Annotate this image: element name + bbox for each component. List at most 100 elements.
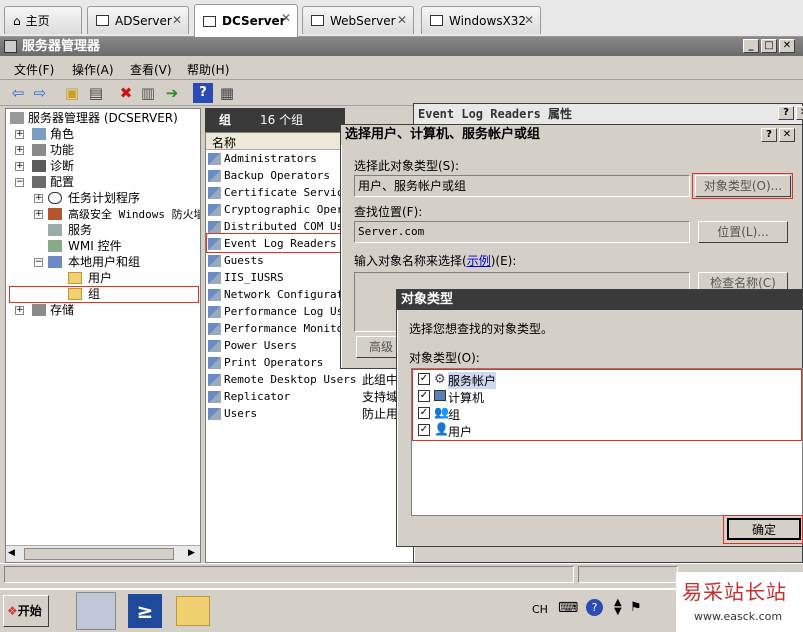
scroll-thumb[interactable] xyxy=(24,548,174,560)
tab-home[interactable]: ⌂ 主页 xyxy=(4,6,82,34)
checkbox[interactable]: ✓ xyxy=(418,373,430,385)
tree-item-local-users-groups[interactable]: 本地用户和组 xyxy=(48,254,140,270)
server-manager-icon xyxy=(4,40,17,53)
tree-item-firewall[interactable]: 高级安全 Windows 防火墙 xyxy=(48,206,200,222)
checkbox[interactable]: ✓ xyxy=(418,424,430,436)
watermark: 易采站长站 www.easck.com xyxy=(676,572,803,632)
properties-icon[interactable]: ▥ xyxy=(138,83,158,103)
up-folder-icon[interactable]: ▣ xyxy=(62,83,82,103)
expand-icon[interactable]: + xyxy=(34,194,43,203)
tab-adserver[interactable]: ADServer ✕ xyxy=(87,6,189,34)
objtype-item-computer[interactable]: ✓ 计算机 xyxy=(412,388,792,405)
close-icon[interactable]: ✕ xyxy=(397,13,407,27)
powershell-icon[interactable]: ≥ xyxy=(128,594,162,628)
tree-root[interactable]: 服务器管理器 (DCSERVER) xyxy=(10,110,178,126)
group-row[interactable]: Remote Desktop Users xyxy=(208,371,356,388)
group-icon xyxy=(208,170,221,182)
expand-icon[interactable]: + xyxy=(34,210,43,219)
group-icon xyxy=(208,306,221,318)
checkbox[interactable]: ✓ xyxy=(418,407,430,419)
keyboard-icon[interactable]: ⌨ xyxy=(558,600,578,616)
scroll-right-icon[interactable]: ▶ xyxy=(188,548,195,558)
tree-item-users[interactable]: 用户 xyxy=(68,270,112,286)
updown-icon[interactable]: ▲ ▼ xyxy=(614,598,622,617)
flag-icon[interactable]: ⚑ xyxy=(630,600,642,615)
tab-windowsx32[interactable]: WindowsX32 ✕ xyxy=(421,6,541,34)
show-tree-icon[interactable]: ▤ xyxy=(86,83,106,103)
group-row[interactable]: Print Operators xyxy=(208,354,323,371)
group-row[interactable]: Backup Operators xyxy=(208,167,330,184)
group-row[interactable]: Guests xyxy=(208,252,264,269)
expand-icon[interactable]: + xyxy=(15,130,24,139)
group-icon xyxy=(208,272,221,284)
menu-action[interactable]: 操作(A) xyxy=(72,61,114,78)
language-indicator[interactable]: CH xyxy=(532,603,548,616)
close-icon[interactable]: ✕ xyxy=(172,13,182,27)
vm-icon xyxy=(96,15,109,26)
expand-icon[interactable]: + xyxy=(15,306,24,315)
help-icon[interactable]: ? xyxy=(586,599,603,616)
clock-icon xyxy=(48,192,62,204)
delete-icon[interactable]: ✖ xyxy=(116,83,136,103)
examples-link[interactable]: 示例 xyxy=(467,254,491,268)
objtype-item-user[interactable]: ✓ 👤 用户 xyxy=(412,422,792,439)
locations-button[interactable]: 位置(L)... xyxy=(698,221,788,243)
forward-arrow-icon[interactable]: ⇨ xyxy=(30,83,50,103)
group-name: Print Operators xyxy=(224,356,324,369)
group-row[interactable]: Users xyxy=(208,405,257,422)
group-row[interactable]: Event Log Readers xyxy=(208,235,337,252)
tree-item-diagnostics[interactable]: 诊断 xyxy=(32,158,74,174)
close-button[interactable]: ✕ xyxy=(779,128,795,142)
firewall-icon xyxy=(48,208,62,220)
tree-item-features[interactable]: 功能 xyxy=(32,142,74,158)
collapse-icon[interactable]: − xyxy=(15,178,24,187)
help-button[interactable]: ? xyxy=(761,128,777,142)
objtype-item-service-account[interactable]: ✓ ⚙ 服务帐户 xyxy=(412,371,792,389)
tree-label: 用户 xyxy=(88,271,113,285)
ok-button[interactable]: 确定 xyxy=(727,518,801,540)
vm-icon xyxy=(203,15,216,27)
expand-icon[interactable]: + xyxy=(15,162,24,171)
group-row[interactable]: Replicator xyxy=(208,388,290,405)
user-icon: 👤 xyxy=(434,422,449,436)
objtype-label: 用户 xyxy=(448,425,473,439)
tree-item-roles[interactable]: 角色 xyxy=(32,126,74,142)
tree-item-task-scheduler[interactable]: 任务计划程序 xyxy=(48,190,140,206)
tree-item-groups[interactable]: 组 xyxy=(68,286,100,302)
collapse-icon[interactable]: − xyxy=(34,258,43,267)
group-row[interactable]: Administrators xyxy=(208,150,317,167)
menu-help[interactable]: 帮助(H) xyxy=(187,61,229,78)
server-manager-taskbar-icon[interactable] xyxy=(76,592,116,630)
start-button[interactable]: ❖开始 xyxy=(3,595,49,627)
checkbox[interactable]: ✓ xyxy=(418,390,430,402)
expand-icon[interactable]: + xyxy=(15,146,24,155)
objtype-item-group[interactable]: ✓ 👥 组 xyxy=(412,405,792,422)
explorer-folder-icon[interactable] xyxy=(176,596,210,626)
tab-webserver[interactable]: WebServer ✕ xyxy=(302,6,414,34)
close-icon[interactable]: ✕ xyxy=(524,13,534,27)
group-row[interactable]: IIS_IUSRS xyxy=(208,269,284,286)
close-button[interactable]: ✕ xyxy=(796,106,803,120)
group-row[interactable]: Power Users xyxy=(208,337,297,354)
view-icon[interactable]: ▦ xyxy=(217,83,237,103)
tree-item-wmi[interactable]: WMI 控件 xyxy=(48,238,122,254)
tree-horizontal-scrollbar[interactable]: ◀ ▶ xyxy=(6,545,200,562)
scroll-left-icon[interactable]: ◀ xyxy=(8,548,15,558)
tree-item-services[interactable]: 服务 xyxy=(48,222,92,238)
tree-item-storage[interactable]: 存储 xyxy=(32,302,74,318)
tree-item-configuration[interactable]: 配置 xyxy=(32,174,74,190)
menu-file[interactable]: 文件(F) xyxy=(14,61,54,78)
tab-dcserver[interactable]: DCServer ✕ xyxy=(194,4,298,37)
group-name: Replicator xyxy=(224,390,291,403)
help-icon[interactable]: ? xyxy=(193,83,213,103)
location-field: Server.com xyxy=(354,221,690,243)
minimize-button[interactable]: _ xyxy=(743,39,759,53)
export-icon[interactable]: ➔ xyxy=(162,83,182,103)
help-button[interactable]: ? xyxy=(778,106,794,120)
maximize-button[interactable]: □ xyxy=(761,39,777,53)
menu-view[interactable]: 查看(V) xyxy=(130,61,172,78)
close-button[interactable]: ✕ xyxy=(779,39,795,53)
object-types-button[interactable]: 对象类型(O)... xyxy=(695,175,791,197)
back-arrow-icon[interactable]: ⇦ xyxy=(8,83,28,103)
close-icon[interactable]: ✕ xyxy=(281,11,291,25)
